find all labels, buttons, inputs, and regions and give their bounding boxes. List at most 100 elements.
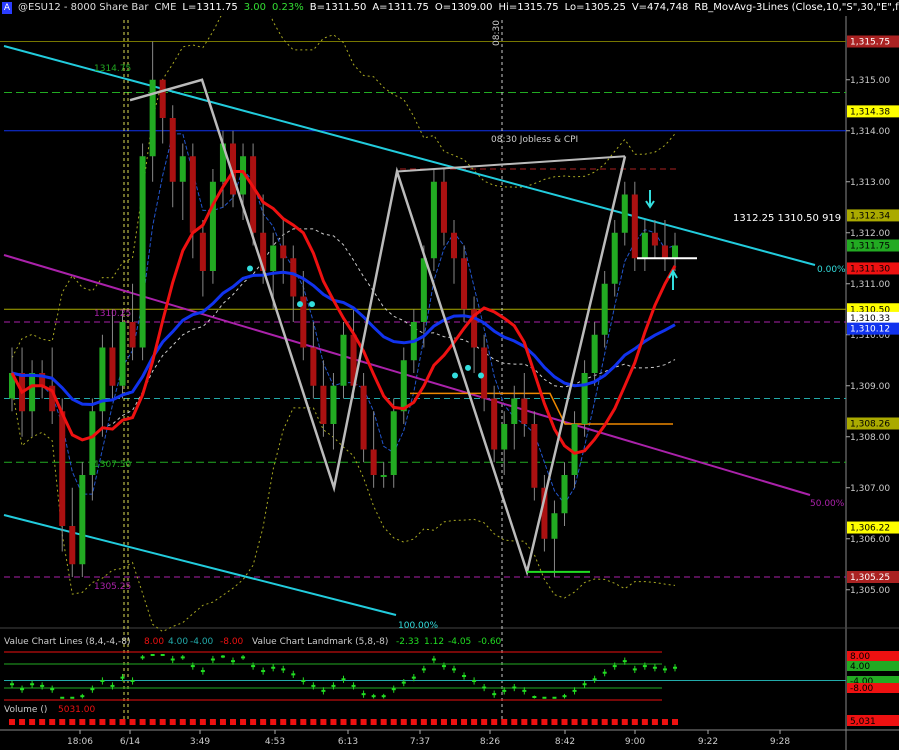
volume-bar (521, 719, 528, 725)
change-value: 3.00 (243, 2, 266, 13)
price-label-text: 1,311.30 (850, 264, 890, 274)
candle-body (79, 475, 86, 565)
candle-body (69, 526, 76, 565)
open-price: O=1309.00 (434, 2, 493, 13)
candle-body (671, 245, 679, 259)
price-label-text: 1,306.22 (850, 524, 890, 534)
volume-bar (471, 719, 478, 725)
candle-body (250, 156, 257, 233)
fib-50-label: 50.00% (810, 499, 845, 509)
volume-bar (621, 719, 628, 725)
price-label-text: 1,310.33 (850, 314, 890, 324)
candle-body (641, 232, 648, 259)
volume-bar (531, 719, 538, 725)
price-label-text: 1,314.38 (850, 107, 890, 117)
candle-body (189, 156, 196, 233)
time-tick-label: 3:49 (190, 737, 210, 747)
price-tick-label: 1,311.00 (850, 280, 890, 290)
quote-box-label: 1312.25 1310.50 919 (733, 213, 841, 224)
volume-bar (400, 719, 407, 725)
volume-bar (571, 719, 578, 725)
candle-body (531, 424, 538, 488)
price-label-text: 1,311.75 (850, 242, 890, 252)
volume-bar (9, 719, 15, 725)
price-tick-label: 1,314.00 (850, 127, 890, 137)
candle-body (611, 232, 618, 284)
volume-bar (139, 719, 146, 725)
analysis-button[interactable]: A (2, 2, 12, 14)
price-label-text: 1,310.12 (850, 325, 890, 335)
fib-0-label: 0.00% (817, 265, 846, 275)
candle-body (290, 258, 297, 297)
price-tick-label: 1,305.00 (850, 586, 890, 596)
time-tick-label: 9:22 (698, 737, 718, 747)
exchange-label: CME (154, 2, 177, 13)
candle-body (461, 258, 468, 310)
candle-body (179, 156, 186, 182)
candle-body (330, 385, 337, 424)
volume-label-text: 5,031 (850, 717, 876, 727)
value-label-text: -8.00 (850, 684, 874, 694)
candle-body (29, 373, 36, 412)
time-tick-label: 6:13 (338, 737, 358, 747)
volume-bar (501, 719, 508, 725)
volume-bar (491, 719, 498, 725)
volume-bar (611, 719, 618, 725)
volume-bar (300, 719, 307, 725)
volume-bar (641, 719, 648, 725)
volume-bar (89, 719, 96, 725)
chart-window[interactable]: 08:30 08:30 Jobless & CPI 1312.25 1310.50 … (0, 0, 899, 750)
candle-body (129, 322, 136, 348)
volume-bar (79, 719, 86, 725)
time-tick-label: 9:28 (770, 737, 790, 747)
candle-body (119, 322, 126, 386)
price-label-text: 1,312.34 (850, 211, 890, 221)
volume-bar (69, 719, 76, 725)
price-chart[interactable]: 08:30 08:30 Jobless & CPI 1312.25 1310.50 … (0, 0, 899, 750)
volume-bar (59, 719, 66, 725)
value-landmark-l3: -4.05 (448, 637, 471, 647)
candle-body (310, 347, 317, 386)
price-tick-label: 1,308.00 (850, 433, 890, 443)
volume-bar (310, 719, 317, 725)
candle-body (400, 360, 407, 412)
candle-body (621, 194, 628, 233)
volume-bar (410, 719, 417, 725)
value-label-text: 8.00 (850, 652, 870, 662)
volume-bar (390, 719, 397, 725)
volume-bar (360, 719, 367, 725)
candle-body (601, 283, 608, 335)
volume-bar (19, 719, 26, 725)
candle-body (420, 258, 427, 322)
value-landmark-l1: -2.33 (396, 637, 419, 647)
ask-price: A=1311.75 (372, 2, 429, 13)
indicator-label: RB_MovAvg-3Lines (Close,10,"S",30,"E",fa… (694, 2, 899, 13)
signal-dot (247, 265, 253, 272)
value-label-text: 4.00 (850, 662, 870, 672)
candle-body (280, 245, 287, 259)
volume-bar (119, 719, 126, 725)
candle-body (209, 181, 216, 271)
level-label: 1310.25 (94, 309, 131, 319)
volume-bar (49, 719, 56, 725)
signal-dot (478, 372, 484, 379)
candle-body (360, 385, 367, 450)
volume-title: Volume () (4, 705, 47, 715)
signal-dot (465, 364, 471, 371)
level-label: 1314.75 (94, 64, 131, 74)
volume-bar (29, 719, 36, 725)
high-price: Hi=1315.75 (498, 2, 559, 13)
candle-body (501, 424, 508, 450)
volume-bar (430, 719, 437, 725)
volume-bar (370, 719, 377, 725)
volume-bar (561, 719, 568, 725)
volume-bar (651, 719, 658, 725)
volume-bar (440, 719, 447, 725)
volume-bar (109, 719, 116, 725)
signal-dot (452, 372, 458, 379)
value-chart-title: Value Chart Lines (8,4,-4,-8) (4, 637, 130, 647)
candle-body (491, 398, 498, 450)
trend-line-lower (3, 514, 397, 616)
candle-body (561, 475, 568, 514)
candle-body (440, 181, 447, 233)
